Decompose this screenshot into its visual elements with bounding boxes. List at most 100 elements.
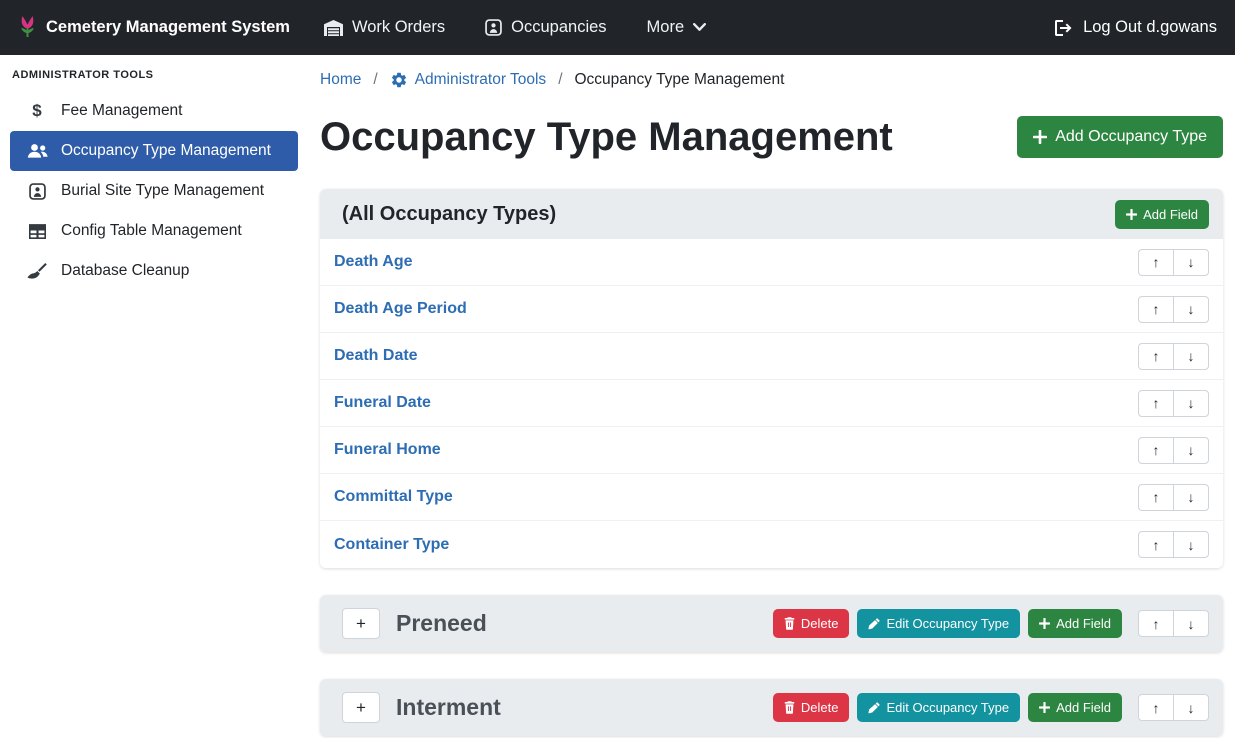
warehouse-icon: [324, 20, 343, 36]
reorder-buttons: ↑ ↓: [1138, 437, 1209, 464]
field-row: Container Type ↑ ↓: [320, 521, 1223, 568]
field-row: Funeral Date ↑ ↓: [320, 380, 1223, 427]
field-link-committal-type[interactable]: Committal Type: [334, 488, 453, 506]
breadcrumb: Home / Administrator Tools / Occupancy T…: [320, 65, 1223, 95]
plus-icon: [1033, 130, 1047, 144]
breadcrumb-label: Home: [320, 71, 361, 89]
expand-button[interactable]: +: [342, 608, 380, 639]
add-field-button[interactable]: Add Field: [1028, 609, 1122, 638]
reorder-buttons: ↑ ↓: [1138, 531, 1209, 558]
reorder-buttons: ↑ ↓: [1138, 343, 1209, 370]
reorder-buttons: ↑ ↓: [1138, 249, 1209, 276]
field-link-death-date[interactable]: Death Date: [334, 347, 418, 365]
pencil-icon: [868, 702, 880, 714]
app-brand[interactable]: Cemetery Management System: [18, 14, 290, 41]
button-label: Edit Occupancy Type: [886, 700, 1009, 715]
page-title: Occupancy Type Management: [320, 111, 893, 163]
nav-item-label: Occupancies: [511, 18, 606, 37]
breadcrumb-admin-tools-link[interactable]: Administrator Tools: [390, 71, 547, 89]
expand-button[interactable]: +: [342, 692, 380, 723]
logout-icon: [1055, 20, 1074, 36]
nav-item-label: Work Orders: [352, 18, 445, 37]
delete-button[interactable]: Delete: [773, 693, 850, 722]
move-up-button[interactable]: ↑: [1138, 343, 1174, 370]
sidebar-item-label: Occupancy Type Management: [61, 142, 271, 160]
field-link-funeral-home[interactable]: Funeral Home: [334, 441, 441, 459]
main-content: Home / Administrator Tools / Occupancy T…: [310, 55, 1235, 738]
reorder-buttons: ↑ ↓: [1138, 610, 1209, 637]
sidebar-item-burial-site-type-management[interactable]: Burial Site Type Management: [10, 171, 298, 211]
flower-logo-icon: [18, 14, 37, 41]
button-label: Add Occupancy Type: [1055, 128, 1207, 146]
move-down-button[interactable]: ↓: [1173, 694, 1209, 721]
move-up-button[interactable]: ↑: [1138, 249, 1174, 276]
reorder-buttons: ↑ ↓: [1138, 694, 1209, 721]
sidebar-item-database-cleanup[interactable]: Database Cleanup: [10, 251, 298, 291]
logout-label: Log Out d.gowans: [1083, 18, 1217, 37]
plus-icon: [1039, 702, 1050, 713]
logout-button[interactable]: Log Out d.gowans: [1055, 18, 1217, 37]
field-link-container-type[interactable]: Container Type: [334, 536, 449, 554]
sidebar-item-fee-management[interactable]: $ Fee Management: [10, 91, 298, 131]
button-label: Edit Occupancy Type: [886, 616, 1009, 631]
nav-item-occupancies[interactable]: Occupancies: [485, 18, 606, 37]
trash-icon: [784, 617, 795, 630]
section-title: Interment: [396, 694, 773, 721]
edit-occupancy-type-button[interactable]: Edit Occupancy Type: [857, 693, 1020, 722]
move-down-button[interactable]: ↓: [1173, 610, 1209, 637]
add-field-button[interactable]: Add Field: [1115, 200, 1209, 229]
move-up-button[interactable]: ↑: [1138, 484, 1174, 511]
button-label: Delete: [801, 700, 839, 715]
nav-links: Work Orders Occupancies More: [324, 18, 706, 37]
person-frame-icon: [485, 19, 502, 36]
add-field-button[interactable]: Add Field: [1028, 693, 1122, 722]
sidebar-item-occupancy-type-management[interactable]: Occupancy Type Management: [10, 131, 298, 171]
reorder-buttons: ↑ ↓: [1138, 296, 1209, 323]
move-down-button[interactable]: ↓: [1173, 437, 1209, 464]
move-up-button[interactable]: ↑: [1138, 531, 1174, 558]
sidebar-item-config-table-management[interactable]: Config Table Management: [10, 211, 298, 251]
top-navbar: Cemetery Management System Work Orders O…: [0, 0, 1235, 55]
delete-button[interactable]: Delete: [773, 609, 850, 638]
move-up-button[interactable]: ↑: [1138, 296, 1174, 323]
add-occupancy-type-button[interactable]: Add Occupancy Type: [1017, 116, 1223, 158]
breadcrumb-current: Occupancy Type Management: [575, 71, 785, 89]
all-occupancy-types-card: (All Occupancy Types) Add Field Death Ag…: [320, 189, 1223, 568]
all-occupancy-types-header: (All Occupancy Types) Add Field: [320, 189, 1223, 239]
move-down-button[interactable]: ↓: [1173, 390, 1209, 417]
field-row: Death Date ↑ ↓: [320, 333, 1223, 380]
button-label: Add Field: [1056, 700, 1111, 715]
title-row: Occupancy Type Management Add Occupancy …: [320, 111, 1223, 163]
field-link-funeral-date[interactable]: Funeral Date: [334, 394, 431, 412]
field-link-death-age-period[interactable]: Death Age Period: [334, 300, 467, 318]
brand-label: Cemetery Management System: [46, 18, 290, 37]
gear-icon: [390, 71, 408, 89]
field-link-death-age[interactable]: Death Age: [334, 253, 413, 271]
move-down-button[interactable]: ↓: [1173, 296, 1209, 323]
move-up-button[interactable]: ↑: [1138, 437, 1174, 464]
move-down-button[interactable]: ↓: [1173, 531, 1209, 558]
section-title: Preneed: [396, 610, 773, 637]
move-up-button[interactable]: ↑: [1138, 390, 1174, 417]
nav-item-work-orders[interactable]: Work Orders: [324, 18, 445, 37]
sidebar-header: ADMINISTRATOR TOOLS: [0, 61, 310, 91]
section-actions: Delete Edit Occupancy Type Add Field ↑: [773, 609, 1209, 638]
nav-item-more[interactable]: More: [647, 18, 707, 37]
breadcrumb-home-link[interactable]: Home: [320, 71, 361, 89]
sidebar-item-label: Database Cleanup: [61, 262, 189, 280]
sidebar: ADMINISTRATOR TOOLS $ Fee Management Occ…: [0, 55, 310, 738]
field-row: Death Age Period ↑ ↓: [320, 286, 1223, 333]
users-icon: [26, 143, 48, 159]
move-up-button[interactable]: ↑: [1138, 694, 1174, 721]
reorder-buttons: ↑ ↓: [1138, 390, 1209, 417]
breadcrumb-separator: /: [373, 71, 377, 89]
move-down-button[interactable]: ↓: [1173, 484, 1209, 511]
occupancy-type-section-interment: + Interment Delete Edit Occupancy Type: [320, 679, 1223, 736]
breadcrumb-label: Administrator Tools: [415, 71, 547, 89]
sidebar-item-label: Fee Management: [61, 102, 183, 120]
move-down-button[interactable]: ↓: [1173, 249, 1209, 276]
move-up-button[interactable]: ↑: [1138, 610, 1174, 637]
move-down-button[interactable]: ↓: [1173, 343, 1209, 370]
edit-occupancy-type-button[interactable]: Edit Occupancy Type: [857, 609, 1020, 638]
button-label: Add Field: [1056, 616, 1111, 631]
